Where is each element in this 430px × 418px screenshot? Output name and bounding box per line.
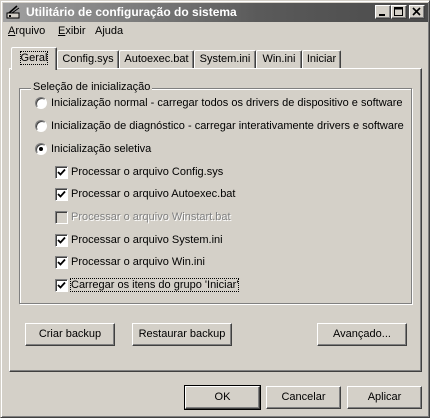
tab-geral[interactable]: Geral bbox=[11, 47, 57, 70]
cancel-button[interactable]: Cancelar bbox=[266, 386, 341, 409]
tab-iniciar[interactable]: Iniciar bbox=[302, 50, 341, 69]
close-button[interactable] bbox=[409, 5, 425, 19]
minimize-button[interactable] bbox=[375, 5, 391, 19]
checkbox[interactable] bbox=[55, 279, 68, 292]
apply-button[interactable]: Aplicar bbox=[347, 386, 422, 409]
radio-selective-startup[interactable]: Inicialização seletiva bbox=[35, 142, 235, 158]
create-backup-button[interactable]: Criar backup bbox=[25, 323, 115, 346]
system-config-app-icon bbox=[6, 5, 22, 19]
checkbox[interactable] bbox=[55, 211, 68, 224]
tab-system-ini[interactable]: System.ini bbox=[194, 50, 256, 69]
checkbox[interactable] bbox=[55, 188, 68, 201]
radio-button[interactable] bbox=[35, 120, 47, 132]
tab-win-ini[interactable]: Win.ini bbox=[256, 50, 302, 69]
system-config-window: Utilitário de configuração do sistema Ar… bbox=[0, 0, 430, 418]
menu-bar: Arquivo Exibir Ajuda bbox=[3, 23, 428, 41]
tab-config-sys[interactable]: Config.sys bbox=[57, 50, 119, 69]
restore-backup-button[interactable]: Restaurar backup bbox=[132, 323, 232, 346]
advanced-button[interactable]: Avançado... bbox=[317, 323, 407, 346]
radio-diagnostic-startup[interactable]: Inicialização de diagnóstico - carregar … bbox=[35, 119, 405, 135]
check-startup-group[interactable]: Carregar os itens do grupo 'Iniciar' bbox=[55, 278, 255, 294]
check-config-sys[interactable]: Processar o arquivo Config.sys bbox=[55, 165, 255, 181]
check-system-ini[interactable]: Processar o arquivo System.ini bbox=[55, 233, 255, 249]
menu-ajuda[interactable]: Ajuda bbox=[95, 25, 123, 37]
checkbox[interactable] bbox=[55, 256, 68, 269]
tab-strip: Geral Config.sys Autoexec.bat System.ini… bbox=[9, 47, 429, 70]
check-autoexec-bat[interactable]: Processar o arquivo Autoexec.bat bbox=[55, 187, 255, 203]
check-win-ini[interactable]: Processar o arquivo Win.ini bbox=[55, 255, 255, 271]
tab-autoexec-bat[interactable]: Autoexec.bat bbox=[119, 50, 194, 69]
menu-exibir[interactable]: Exibir bbox=[58, 25, 86, 37]
menu-arquivo[interactable]: Arquivo bbox=[8, 25, 45, 37]
radio-button[interactable] bbox=[35, 143, 47, 155]
checkbox[interactable] bbox=[55, 234, 68, 247]
radio-button[interactable] bbox=[35, 97, 47, 109]
checkbox[interactable] bbox=[55, 166, 68, 179]
radio-normal-startup[interactable]: Inicialização normal - carregar todos os… bbox=[35, 96, 405, 112]
window-title: Utilitário de configuração do sistema bbox=[26, 5, 237, 19]
title-bar[interactable]: Utilitário de configuração do sistema bbox=[3, 3, 428, 22]
startup-selection-label: Seleção de inicialização bbox=[31, 81, 153, 93]
ok-button[interactable]: OK bbox=[184, 385, 261, 410]
check-winstart-bat[interactable]: Processar o arquivo Winstart.bat bbox=[55, 210, 255, 226]
maximize-button[interactable] bbox=[391, 5, 407, 19]
